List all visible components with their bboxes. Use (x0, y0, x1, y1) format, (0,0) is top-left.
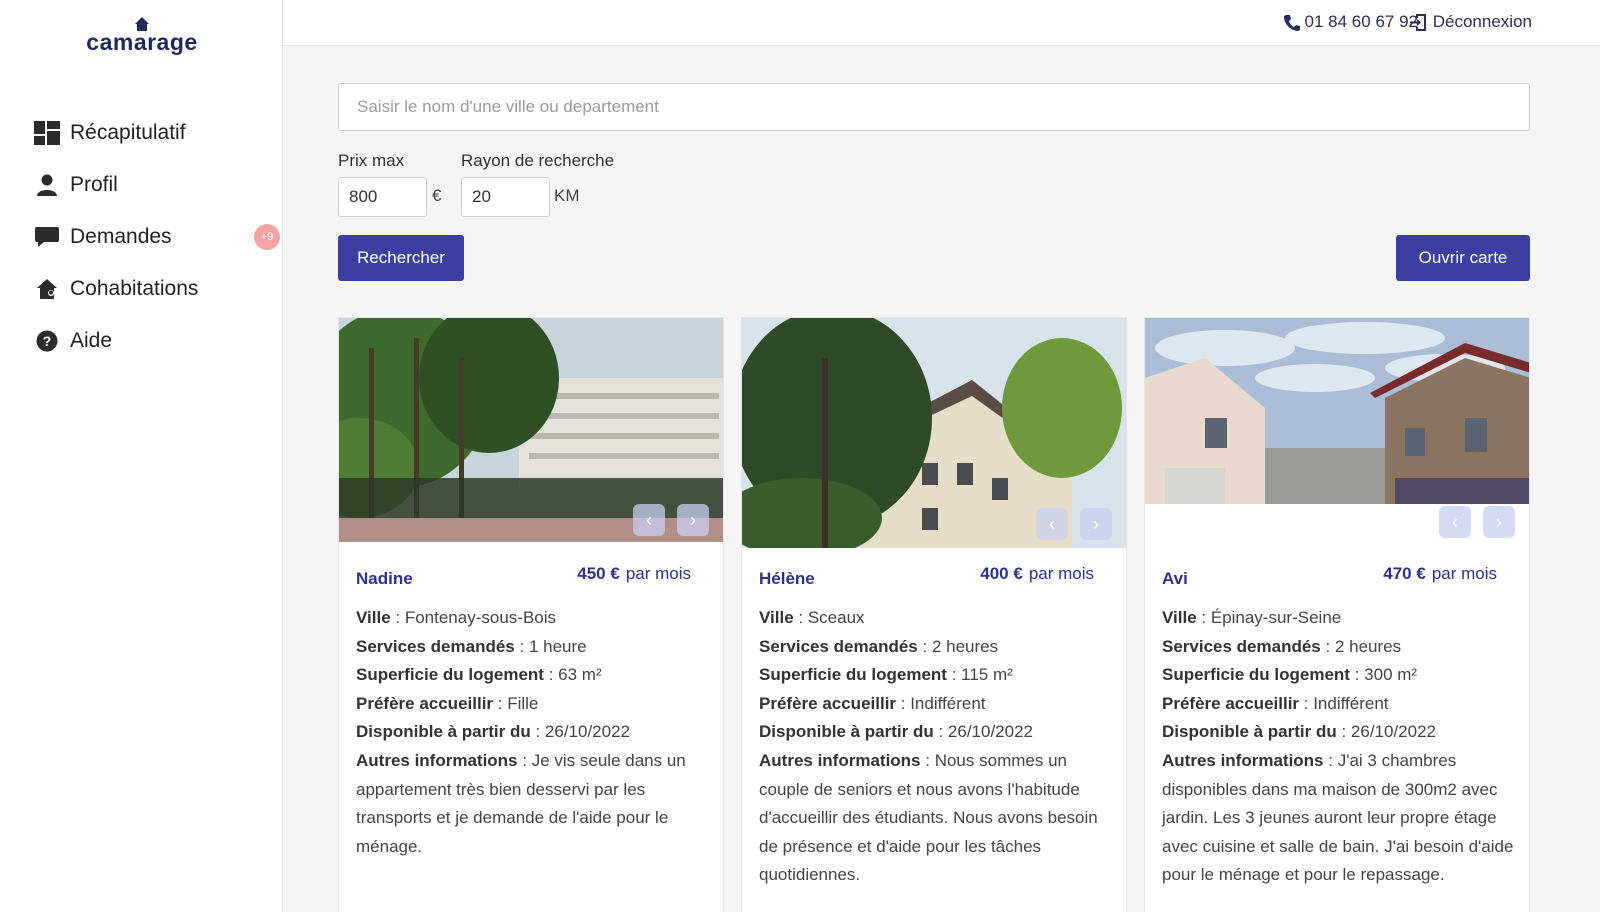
listing-card[interactable]: ‹ › Hélène 400 € par mois Ville : Sceaux … (741, 317, 1127, 912)
detail-services: Services demandés : 1 heure (356, 636, 587, 656)
radius-unit: KM (554, 186, 580, 205)
detail-other: Autres informations : J'ai 3 chambres di… (1162, 750, 1514, 885)
detail-prefers: Préfère accueillir : Indifférent (759, 693, 986, 713)
phone-link[interactable]: 01 84 60 67 92 (1283, 12, 1418, 32)
logout-label: Déconnexion (1432, 12, 1532, 31)
detail-available: Disponible à partir du : 26/10/2022 (759, 722, 1034, 742)
help-icon: ? (34, 328, 60, 354)
photo-next-button[interactable]: › (1483, 506, 1515, 538)
detail-area: Superficie du logement : 63 m² (356, 665, 602, 685)
photo-prev-button[interactable]: ‹ (1439, 506, 1471, 538)
detail-city: Ville : Sceaux (759, 608, 865, 627)
host-name: Nadine (356, 569, 413, 588)
listing-card[interactable]: ‹ › Nadine 450 € par mois Ville : Fontena… (338, 317, 724, 912)
listing-details: Ville : Épinay-sur-Seine Services demand… (1162, 604, 1517, 890)
search-button[interactable]: Rechercher (338, 235, 464, 281)
sidebar-item-label: Demandes (70, 225, 172, 248)
detail-services: Services demandés : 2 heures (1162, 636, 1402, 656)
host-name: Avi (1162, 569, 1188, 588)
top-bar: 01 84 60 67 92 Déconnexion (283, 0, 1600, 46)
detail-prefers: Préfère accueillir : Fille (356, 693, 539, 713)
listing-details: Ville : Fontenay-sous-Bois Services dema… (356, 604, 711, 861)
detail-city: Ville : Fontenay-sous-Bois (356, 608, 557, 627)
photo-prev-button[interactable]: ‹ (1036, 508, 1068, 540)
photo-next-button[interactable]: › (1080, 508, 1112, 540)
photo-next-button[interactable]: › (677, 504, 709, 536)
sidebar-item-label: Aide (70, 329, 113, 352)
sidebar-item-cohabitations[interactable]: Cohabitations (34, 263, 284, 315)
listing-photo: ‹ › (742, 318, 1126, 548)
detail-services: Services demandés : 2 heures (759, 636, 999, 656)
sidebar: camarage Récapitulatif Profil Demandes +… (0, 0, 283, 912)
radius-input[interactable] (461, 177, 550, 217)
user-icon (34, 172, 60, 198)
max-price-label: Prix max (338, 151, 405, 170)
logout-link[interactable]: Déconnexion (1409, 12, 1532, 32)
detail-other: Autres informations : Nous sommes un cou… (759, 750, 1098, 885)
logo-wordmark: camarage (86, 29, 198, 55)
host-name: Hélène (759, 569, 815, 588)
sidebar-item-label: Récapitulatif (70, 121, 186, 144)
sidebar-item-label: Cohabitations (70, 277, 199, 300)
listing-price: 450 € par mois (577, 564, 691, 583)
price-unit: € (432, 186, 442, 205)
dashboard-icon (34, 120, 60, 146)
sidebar-item-label: Profil (70, 173, 118, 196)
detail-prefers: Préfère accueillir : Indifférent (1162, 693, 1389, 713)
open-map-button[interactable]: Ouvrir carte (1396, 235, 1530, 281)
detail-area: Superficie du logement : 115 m² (759, 665, 1013, 685)
logout-icon (1409, 13, 1426, 31)
sidebar-nav: Récapitulatif Profil Demandes +9 Cohabit… (34, 107, 284, 367)
photo-prev-button[interactable]: ‹ (633, 504, 665, 536)
phone-icon (1283, 14, 1300, 31)
listing-price: 470 € par mois (1383, 564, 1497, 583)
sidebar-item-profil[interactable]: Profil (34, 159, 284, 211)
phone-number: 01 84 60 67 92 (1304, 12, 1418, 31)
radius-label: Rayon de recherche (461, 151, 615, 170)
notification-badge: +9 (254, 224, 280, 250)
sidebar-item-demandes[interactable]: Demandes +9 (34, 211, 284, 263)
max-price-input[interactable] (338, 177, 427, 217)
camarage-logo[interactable]: camarage (82, 16, 202, 54)
detail-available: Disponible à partir du : 26/10/2022 (1162, 722, 1437, 742)
city-search-input[interactable] (338, 83, 1530, 131)
detail-available: Disponible à partir du : 26/10/2022 (356, 722, 631, 742)
svg-text:?: ? (43, 333, 52, 349)
listing-photo (1145, 318, 1529, 504)
listing-photo: ‹ › (339, 318, 723, 542)
chat-icon (34, 224, 60, 250)
detail-city: Ville : Épinay-sur-Seine (1162, 608, 1342, 627)
listing-details: Ville : Sceaux Services demandés : 2 heu… (759, 604, 1114, 890)
detail-other: Autres informations : Je vis seule dans … (356, 750, 686, 856)
sidebar-item-recapitulatif[interactable]: Récapitulatif (34, 107, 284, 159)
detail-area: Superficie du logement : 300 m² (1162, 665, 1418, 685)
listing-price: 400 € par mois (980, 564, 1094, 583)
listing-card[interactable]: ‹ › Avi 470 € par mois Ville : Épinay-sur… (1144, 317, 1530, 912)
sidebar-item-aide[interactable]: ? Aide (34, 315, 284, 367)
house-people-icon (34, 276, 60, 302)
